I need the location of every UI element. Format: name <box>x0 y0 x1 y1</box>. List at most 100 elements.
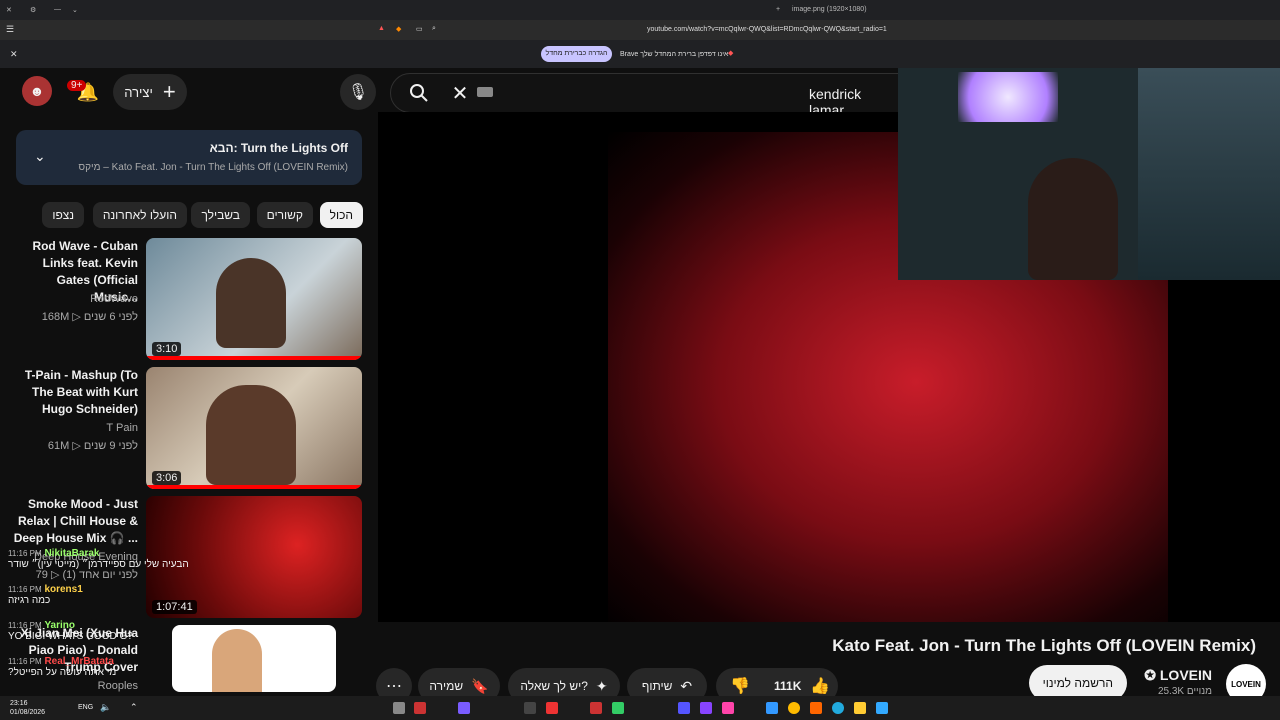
chip-related[interactable]: קשורים <box>256 202 313 228</box>
app-icon[interactable] <box>876 702 888 714</box>
channel-name[interactable]: RodWave <box>90 293 138 305</box>
app-icon[interactable] <box>524 702 536 714</box>
voice-search-button[interactable]: 🎙 <box>340 74 376 110</box>
chat-username: korens1 <box>44 584 83 595</box>
duration-badge: 1:07:41 <box>152 600 197 614</box>
video-thumbnail[interactable]: 3:10 <box>146 238 362 360</box>
tab-icon[interactable]: ▭ <box>416 25 423 33</box>
watch-progress-bar <box>146 356 362 360</box>
app-icon[interactable] <box>414 702 426 714</box>
chevron-down-icon[interactable]: ⌄ <box>34 148 46 165</box>
keyboard-icon[interactable] <box>477 87 493 97</box>
app-icon[interactable] <box>612 702 624 714</box>
clock-time: 23:16 <box>10 700 28 707</box>
list-item[interactable]: 3:10 Rod Wave - Cuban Links feat. Kevin … <box>16 238 362 360</box>
avatar[interactable]: ☻ <box>22 76 52 106</box>
settings-icon[interactable]: ⚙ <box>30 6 36 14</box>
minimize-icon[interactable]: — <box>54 6 61 13</box>
hexagon-lights <box>958 72 1058 122</box>
start-icon[interactable] <box>393 702 405 714</box>
brave-icon[interactable] <box>810 702 822 714</box>
brave-shield-icon[interactable]: ◆ <box>396 25 401 33</box>
app-icon[interactable] <box>766 702 778 714</box>
chevron-up-icon[interactable]: ⌃ <box>130 702 138 713</box>
menu-icon[interactable]: ☰ <box>6 24 14 35</box>
chip-for-you[interactable]: בשבילך <box>191 202 250 228</box>
clock-date: 01/08/2026 <box>10 709 46 716</box>
app-icon[interactable] <box>590 702 602 714</box>
like-count[interactable]: 111K <box>774 679 801 693</box>
share-label: שיתוף <box>641 679 673 693</box>
duration-badge: 3:06 <box>152 471 182 485</box>
chat-time: 11:16 PM <box>8 621 42 630</box>
close-infobar-icon[interactable]: ✕ <box>10 49 18 60</box>
chrome-icon[interactable] <box>788 702 800 714</box>
app-icon[interactable] <box>700 702 712 714</box>
channel-name[interactable]: Rooples <box>98 680 138 692</box>
video-thumbnail[interactable] <box>172 625 336 692</box>
clear-search-button[interactable]: ✕ <box>447 80 473 106</box>
video-meta: 61M ▷ לפני 9 שנים <box>47 440 138 452</box>
channel-name[interactable]: T Pain <box>106 422 138 434</box>
video-age: לפני 9 שנים <box>83 440 138 452</box>
search-icon <box>410 84 428 102</box>
ask-label: יש לך שאלה? <box>520 679 588 693</box>
create-button[interactable]: יצירה + <box>113 74 187 110</box>
video-title[interactable]: T-Pain - Mashup (To The Beat with Kurt H… <box>12 367 138 418</box>
close-icon: ✕ <box>451 82 469 105</box>
share-icon: ↶ <box>680 677 693 694</box>
chat-time: 11:16 PM <box>8 657 42 666</box>
chat-message: 11:16 PM Real_MrBatata ?מי אתה עושה על ה… <box>8 656 116 678</box>
sparkle-icon: ✦ <box>595 677 608 694</box>
video-title[interactable]: Smoke Mood - Just Relax | Chill House & … <box>12 496 138 547</box>
default-browser-infobar: ✕ הגדרה כברירת מחדל Brave אינו דפדפן ברי… <box>0 40 1280 68</box>
plus-icon: + <box>162 79 176 104</box>
new-tab-icon[interactable]: + <box>776 6 780 13</box>
search-icon[interactable]: ⌕ <box>432 25 436 33</box>
video-meta: 168M ▷ לפני 6 שנים <box>41 311 138 323</box>
set-default-button[interactable]: הגדרה כברירת מחדל <box>541 46 612 62</box>
edge-icon[interactable] <box>832 702 844 714</box>
tab-title[interactable]: image.png (1920×1080) <box>792 6 867 13</box>
infobar-message: Brave אינו דפדפן ברירת המחדל שלך <box>620 51 729 58</box>
brave-rewards-icon[interactable]: ▲ <box>378 25 385 32</box>
chip-watched[interactable]: נצפו <box>42 202 84 228</box>
up-next-card[interactable]: ⌄ הבא: Turn the Lights Off מיקס – Kato F… <box>16 130 362 185</box>
thumbnail-figure <box>212 629 262 692</box>
search-button[interactable] <box>399 74 439 112</box>
folder-icon[interactable] <box>854 702 866 714</box>
chat-message: 11:16 PM korens1 כמה רגיזה <box>8 584 83 606</box>
chip-recently-uploaded[interactable]: הועלו לאחרונה <box>92 202 187 228</box>
channel-name[interactable]: ✪ LOVEIN <box>1144 667 1212 684</box>
app-icon[interactable] <box>722 702 734 714</box>
address-bar[interactable]: youtube.com/watch?v=mcQqlwr-QWQ&list=RDm… <box>647 26 887 33</box>
user-avatar-icon: ☻ <box>29 83 45 99</box>
language-indicator[interactable]: ENG <box>78 704 93 711</box>
chevron-down-icon[interactable]: ⌄ <box>72 6 78 14</box>
dislike-icon[interactable]: 👎 <box>730 676 750 696</box>
chip-all[interactable]: הכול <box>319 202 363 228</box>
window <box>1138 68 1280 280</box>
app-icon[interactable] <box>458 702 470 714</box>
up-next-title: הבא: Turn the Lights Off <box>209 141 348 155</box>
video-title: Kato Feat. Jon - Turn The Lights Off (LO… <box>832 636 1256 655</box>
browser-urlbar: ☰ ▲ ◆ ▭ ⌕ youtube.com/watch?v=mcQqlwr-QW… <box>0 20 1280 40</box>
premiere-icon[interactable] <box>678 702 690 714</box>
create-label: יצירה <box>124 84 153 100</box>
brave-logo-icon: ◆ <box>728 50 734 57</box>
chat-time: 11:16 PM <box>8 549 42 558</box>
chat-text: כמה רגיזה <box>8 595 51 606</box>
up-next-subtitle: מיקס – Kato Feat. Jon - Turn The Lights … <box>78 162 348 173</box>
save-label: שמירה <box>429 679 464 693</box>
streamer <box>1028 158 1118 280</box>
app-icon[interactable] <box>546 702 558 714</box>
list-item[interactable]: 3:06 T-Pain - Mashup (To The Beat with K… <box>16 367 362 489</box>
chat-username: NikitaBarak <box>44 548 100 559</box>
like-icon[interactable]: 👍 <box>810 676 830 696</box>
video-thumbnail[interactable]: 3:06 <box>146 367 362 489</box>
video-views: 168M <box>41 311 70 323</box>
chat-message: 11:16 PM NikitaBarak הבעיה שלי עם ספיידר… <box>8 548 189 570</box>
thumbnail-figure <box>206 385 296 485</box>
close-icon[interactable]: ✕ <box>6 6 12 14</box>
volume-icon[interactable]: 🔈 <box>100 702 111 713</box>
